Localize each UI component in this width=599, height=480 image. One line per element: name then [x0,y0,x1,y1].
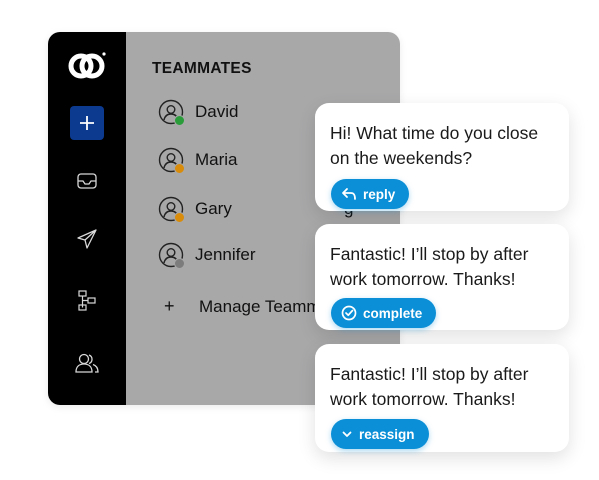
inbox-icon [77,173,97,189]
message-card: Fantastic! I’ll stop by after work tomor… [315,344,569,452]
avatar [158,242,185,269]
complete-label: complete [363,305,423,321]
workflow-icon [78,290,96,311]
avatar [158,147,185,174]
teammate-name: Jennifer [195,245,256,264]
message-text: Fantastic! I’ll stop by after work tomor… [330,244,529,289]
message-card: Fantastic! I’ll stop by after work tomor… [315,224,569,330]
panel-title: TEAMMATES [152,60,252,77]
plus-icon [80,116,94,130]
inbox-button[interactable] [48,168,126,194]
chevron-down-icon [342,431,352,437]
status-indicator [174,258,185,269]
reassign-label: reassign [359,426,415,442]
teammate-name: Maria [195,150,238,169]
reply-icon [342,188,356,200]
check-circle-icon [341,305,357,321]
reply-label: reply [363,186,396,202]
complete-button[interactable]: complete [331,298,437,328]
status-indicator [174,212,185,223]
status-indicator [174,163,185,174]
teammate-name: David [195,102,239,121]
new-conversation-button[interactable] [70,106,104,140]
send-button[interactable] [48,226,126,252]
contacts-icon [75,353,99,373]
status-indicator [174,115,185,126]
manage-teammates-label: Manage Teamm [199,296,321,316]
send-icon [77,229,97,249]
teammate-maria[interactable]: Maria [158,145,238,175]
avatar [158,196,185,223]
workflow-button[interactable] [48,287,126,313]
plus-icon: + [164,296,175,316]
avatar [158,99,185,126]
message-text: Fantastic! I’ll stop by after work tomor… [330,364,529,409]
reassign-button[interactable]: reassign [331,419,429,449]
message-text: Hi! What time do you close on the weeken… [330,123,539,168]
teammate-jennifer[interactable]: Jennifer [158,240,255,270]
teammate-name: Gary [195,199,232,218]
reply-button[interactable]: reply [331,179,410,209]
logo-icon [48,48,126,84]
manage-teammates-link[interactable]: + Manage Teamm [164,296,321,317]
teammate-david[interactable]: David [158,97,238,127]
contacts-button[interactable] [48,350,126,376]
teammate-gary[interactable]: Gary g [158,194,353,224]
message-card: Hi! What time do you close on the weeken… [315,103,569,211]
sidebar-rail [48,32,126,405]
